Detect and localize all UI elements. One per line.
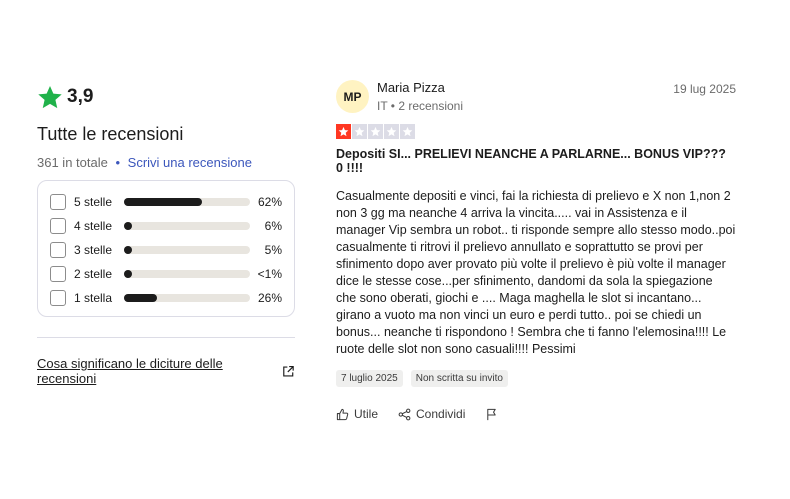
- filter-label: 2 stelle: [74, 267, 113, 281]
- meaning-link-row: Cosa significano le diciture delle recen…: [37, 356, 295, 386]
- total-count: 361 in totale: [37, 155, 108, 170]
- distribution-bar: [124, 198, 250, 206]
- reviewer-name[interactable]: Maria Pizza: [377, 80, 673, 95]
- section-title: Tutte le recensioni: [37, 124, 184, 144]
- filter-row-1[interactable]: 1 stella 26%: [50, 286, 282, 310]
- share-label: Condividi: [416, 407, 466, 421]
- filter-checkbox[interactable]: [50, 242, 66, 258]
- filter-label: 3 stelle: [74, 243, 113, 257]
- score-value: 3,9: [67, 86, 94, 107]
- divider: [37, 337, 295, 338]
- star-icon-empty: [368, 124, 383, 139]
- separator-dot: •: [115, 155, 121, 170]
- filter-label: 1 stella: [74, 291, 113, 305]
- reviewer-info: Maria Pizza IT • 2 recensioni: [377, 80, 673, 113]
- review-tags: 7 luglio 2025 Non scritta su invito: [336, 370, 736, 387]
- filter-label: 5 stelle: [74, 195, 113, 209]
- experience-date-tag: 7 luglio 2025: [336, 370, 403, 387]
- star-rating: [336, 124, 736, 139]
- rating-distribution: 5 stelle 62% 4 stelle 6% 3 stelle 5% 2 s…: [37, 180, 295, 317]
- distribution-bar: [124, 270, 250, 278]
- filter-percent: 26%: [257, 291, 282, 305]
- star-icon-empty: [400, 124, 415, 139]
- flag-icon: [487, 408, 497, 420]
- rating-summary: 3,9 Tutte le recensioni 361 in totale • …: [37, 82, 295, 386]
- star-icon-empty: [352, 124, 367, 139]
- useful-label: Utile: [354, 407, 379, 421]
- filter-row-4[interactable]: 4 stelle 6%: [50, 214, 282, 238]
- avatar[interactable]: MP: [336, 80, 369, 113]
- review-count-line: 361 in totale • Scrivi una recensione: [37, 155, 295, 170]
- reviewer-meta: IT • 2 recensioni: [377, 99, 464, 113]
- distribution-bar: [124, 222, 250, 230]
- filter-row-3[interactable]: 3 stelle 5%: [50, 238, 282, 262]
- filter-checkbox[interactable]: [50, 194, 66, 210]
- filter-row-2[interactable]: 2 stelle <1%: [50, 262, 282, 286]
- overall-score: 3,9: [37, 82, 295, 112]
- thumbs-up-icon: [336, 408, 349, 420]
- distribution-bar-fill: [124, 222, 132, 230]
- review-body: Casualmente depositi e vinci, fai la ric…: [336, 189, 736, 356]
- star-icon-empty: [384, 124, 399, 139]
- external-link-icon[interactable]: [282, 365, 295, 378]
- filter-label: 4 stelle: [74, 219, 113, 233]
- distribution-bar-fill: [124, 294, 157, 302]
- star-icon-filled: [336, 124, 351, 139]
- filter-row-5[interactable]: 5 stelle 62%: [50, 190, 282, 214]
- green-star-icon: [38, 85, 62, 109]
- distribution-bar-fill: [124, 270, 132, 278]
- review-card: MP Maria Pizza IT • 2 recensioni 19 lug …: [336, 80, 736, 421]
- review-date: 19 lug 2025: [673, 82, 736, 96]
- review-title: Depositi SI... PRELIEVI NEANCHE A PARLAR…: [336, 147, 726, 175]
- review-header: MP Maria Pizza IT • 2 recensioni 19 lug …: [336, 80, 736, 113]
- filter-percent: 6%: [264, 219, 282, 233]
- review-actions: Utile Condividi: [336, 407, 736, 421]
- write-review-link[interactable]: Scrivi una recensione: [128, 155, 252, 170]
- share-icon: [398, 408, 411, 420]
- distribution-bar: [124, 246, 250, 254]
- filter-percent: <1%: [257, 267, 282, 281]
- report-button[interactable]: [485, 408, 503, 421]
- filter-checkbox[interactable]: [50, 290, 66, 306]
- invite-status-tag: Non scritta su invito: [410, 370, 508, 387]
- distribution-bar: [124, 294, 250, 302]
- distribution-bar-fill: [124, 198, 203, 206]
- distribution-bar-fill: [124, 246, 132, 254]
- share-button[interactable]: Condividi: [398, 407, 465, 421]
- filter-checkbox[interactable]: [50, 266, 66, 282]
- review-labels-meaning-link[interactable]: Cosa significano le diciture delle recen…: [37, 356, 276, 386]
- useful-button[interactable]: Utile: [336, 407, 378, 421]
- filter-percent: 62%: [257, 195, 282, 209]
- filter-checkbox[interactable]: [50, 218, 66, 234]
- filter-percent: 5%: [264, 243, 282, 257]
